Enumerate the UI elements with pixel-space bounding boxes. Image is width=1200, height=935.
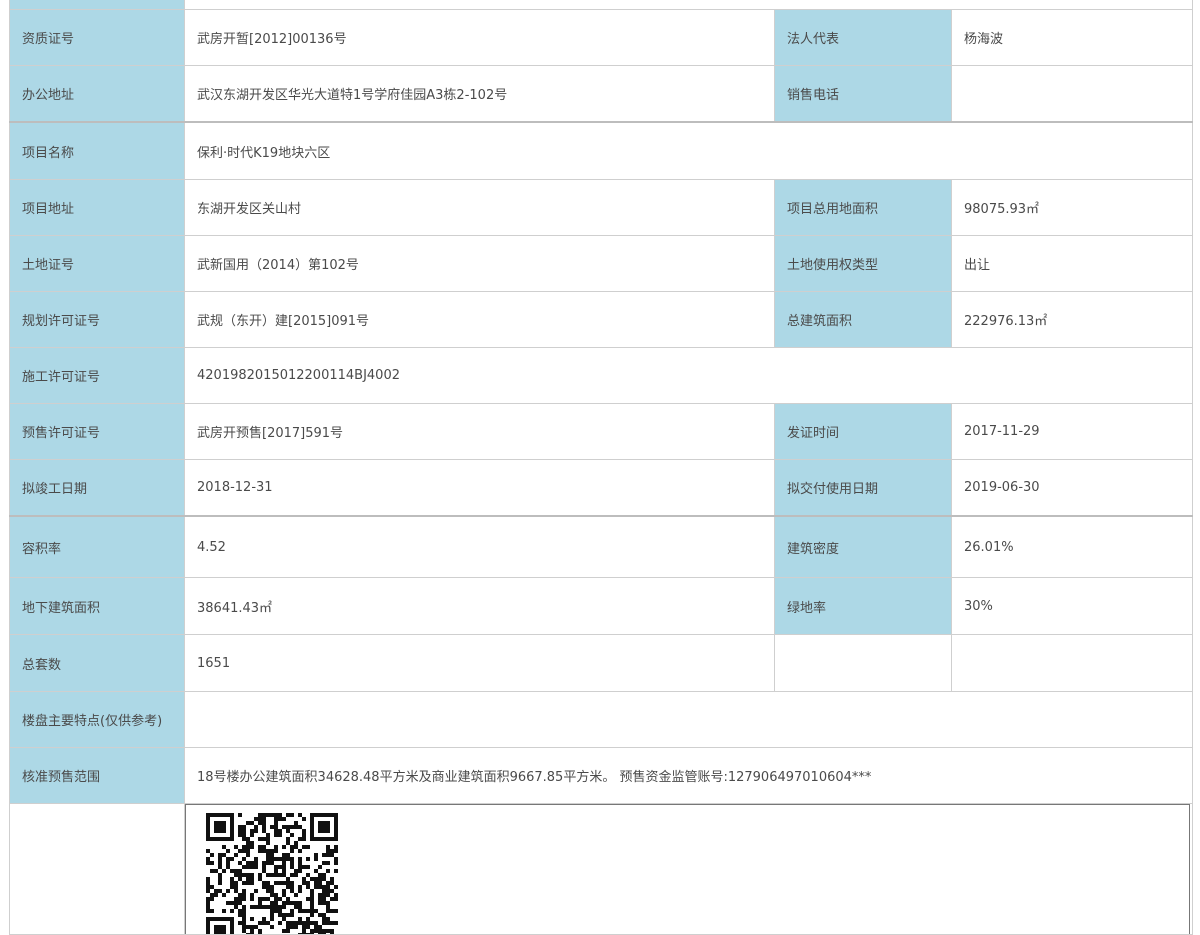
label-project-address: 项目地址 <box>9 179 185 236</box>
top-partial-value <box>183 0 1194 10</box>
row-total-units: 总套数 1651 <box>9 634 1194 692</box>
row-office: 办公地址 武汉东湖开发区华光大道特1号学府佳园A3栋2-102号 销售电话 <box>9 65 1194 123</box>
label-total-land-area: 项目总用地面积 <box>774 179 952 236</box>
row-project-name: 项目名称 保利·时代K19地块六区 <box>9 121 1194 180</box>
value-green-ratio: 30% <box>950 577 1194 635</box>
value-qualification-no: 武房开暂[2012]00136号 <box>184 9 775 66</box>
value-land-use-type: 出让 <box>950 235 1194 292</box>
value-planned-completion-date: 2018-12-31 <box>184 459 775 517</box>
label-issue-date: 发证时间 <box>774 403 952 460</box>
qr-label-cell <box>9 803 185 935</box>
label-presale-permit-no: 预售许可证号 <box>9 403 185 460</box>
label-underground-area: 地下建筑面积 <box>9 577 185 635</box>
label-planned-delivery-date: 拟交付使用日期 <box>774 459 952 517</box>
value-land-cert-no: 武新国用（2014）第102号 <box>184 235 775 292</box>
label-green-ratio: 绿地率 <box>774 577 952 635</box>
value-planning-permit-no: 武规（东开）建[2015]091号 <box>184 291 775 348</box>
top-partial-label <box>9 0 185 10</box>
row-planning-permit: 规划许可证号 武规（东开）建[2015]091号 总建筑面积 222976.13… <box>9 291 1194 348</box>
label-legal-rep: 法人代表 <box>774 9 952 66</box>
value-issue-date: 2017-11-29 <box>950 403 1194 460</box>
value-total-land-area: 98075.93㎡ <box>950 179 1194 236</box>
row-presale-scope: 核准预售范围 18号楼办公建筑面积34628.48平方米及商业建筑面积9667.… <box>9 747 1194 804</box>
value-legal-rep: 杨海波 <box>950 9 1194 66</box>
project-info-table: 资质证号 武房开暂[2012]00136号 法人代表 杨海波 办公地址 武汉东湖… <box>9 0 1194 935</box>
label-total-units: 总套数 <box>9 634 185 692</box>
value-planned-delivery-date: 2019-06-30 <box>950 459 1194 517</box>
label-land-cert-no: 土地证号 <box>9 235 185 292</box>
label-building-density: 建筑密度 <box>774 515 952 578</box>
label-land-use-type: 土地使用权类型 <box>774 235 952 292</box>
value-plot-ratio: 4.52 <box>184 515 775 578</box>
label-total-building-area: 总建筑面积 <box>774 291 952 348</box>
label-sales-phone: 销售电话 <box>774 65 952 123</box>
row-presale-permit: 预售许可证号 武房开预售[2017]591号 发证时间 2017-11-29 <box>9 403 1194 460</box>
qr-frame <box>185 804 1190 934</box>
value-underground-area: 38641.43㎡ <box>184 577 775 635</box>
row-land-cert: 土地证号 武新国用（2014）第102号 土地使用权类型 出让 <box>9 235 1194 292</box>
label-office-address: 办公地址 <box>9 65 185 123</box>
row-plot-ratio: 容积率 4.52 建筑密度 26.01% <box>9 515 1194 578</box>
value-building-density: 26.01% <box>950 515 1194 578</box>
row-main-features: 楼盘主要特点(仅供参考) <box>9 691 1194 748</box>
value-project-name: 保利·时代K19地块六区 <box>183 121 1194 180</box>
value-presale-permit-no: 武房开预售[2017]591号 <box>184 403 775 460</box>
label-qualification-no: 资质证号 <box>9 9 185 66</box>
row-qualification: 资质证号 武房开暂[2012]00136号 法人代表 杨海波 <box>9 9 1194 66</box>
label-planning-permit-no: 规划许可证号 <box>9 291 185 348</box>
qr-value-cell <box>183 803 1194 935</box>
row-underground-area: 地下建筑面积 38641.43㎡ 绿地率 30% <box>9 577 1194 635</box>
value-construction-permit-no: 4201982015012200114BJ4002 <box>183 347 1194 404</box>
value-total-building-area: 222976.13㎡ <box>950 291 1194 348</box>
label-main-features: 楼盘主要特点(仅供参考) <box>9 691 185 748</box>
row-project-address: 项目地址 东湖开发区关山村 项目总用地面积 98075.93㎡ <box>9 179 1194 236</box>
empty-cell-a <box>774 634 952 692</box>
label-plot-ratio: 容积率 <box>9 515 185 578</box>
value-main-features <box>183 691 1194 748</box>
row-construction-permit: 施工许可证号 4201982015012200114BJ4002 <box>9 347 1194 404</box>
row-qr <box>9 803 1194 935</box>
value-sales-phone <box>950 65 1194 123</box>
top-partial-row <box>9 0 1194 10</box>
label-planned-completion-date: 拟竣工日期 <box>9 459 185 517</box>
row-completion-date: 拟竣工日期 2018-12-31 拟交付使用日期 2019-06-30 <box>9 459 1194 517</box>
value-project-address: 东湖开发区关山村 <box>184 179 775 236</box>
label-construction-permit-no: 施工许可证号 <box>9 347 185 404</box>
value-office-address: 武汉东湖开发区华光大道特1号学府佳园A3栋2-102号 <box>184 65 775 123</box>
label-approved-presale-scope: 核准预售范围 <box>9 747 185 804</box>
empty-cell-b <box>950 634 1194 692</box>
qr-code-icon <box>206 813 338 934</box>
value-approved-presale-scope: 18号楼办公建筑面积34628.48平方米及商业建筑面积9667.85平方米。 … <box>183 747 1194 804</box>
label-project-name: 项目名称 <box>9 121 185 180</box>
value-total-units: 1651 <box>184 634 775 692</box>
project-info-wrapper: 资质证号 武房开暂[2012]00136号 法人代表 杨海波 办公地址 武汉东湖… <box>9 0 1194 935</box>
